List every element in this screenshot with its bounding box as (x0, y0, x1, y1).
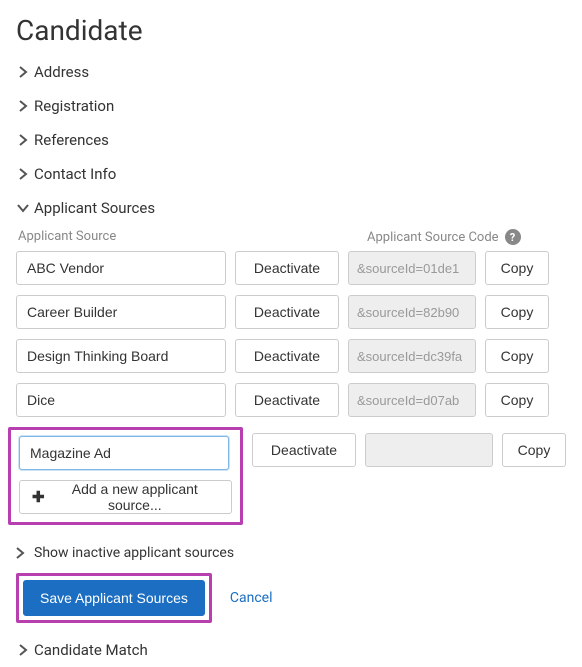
applicant-source-row: ✚ Add a new applicant source... Deactivate… (16, 427, 566, 525)
accordion-candidate-match[interactable]: Candidate Match (16, 633, 566, 667)
chevron-right-icon (16, 644, 30, 656)
deactivate-button[interactable]: Deactivate (235, 295, 339, 329)
chevron-right-icon (16, 66, 30, 78)
applicant-source-code (348, 295, 476, 329)
deactivate-button[interactable]: Deactivate (235, 339, 339, 373)
chevron-down-icon (16, 204, 30, 213)
applicant-source-code (348, 339, 476, 373)
plus-icon: ✚ (32, 488, 45, 506)
show-inactive-toggle[interactable]: Show inactive applicant sources (16, 535, 566, 569)
deactivate-button[interactable]: Deactivate (252, 433, 356, 467)
applicant-source-code (348, 383, 476, 417)
accordion-registration[interactable]: Registration (16, 89, 566, 123)
accordion-label: Contact Info (34, 165, 116, 183)
chevron-right-icon (16, 547, 30, 559)
applicant-source-row: Deactivate Copy (16, 295, 566, 329)
accordion-contact-info[interactable]: Contact Info (16, 157, 566, 191)
accordion-references[interactable]: References (16, 123, 566, 157)
applicant-source-row: Deactivate Copy (16, 339, 566, 373)
applicant-source-input[interactable] (16, 383, 226, 417)
applicant-source-code (348, 251, 476, 285)
applicant-source-row: Deactivate Copy (16, 383, 566, 417)
accordion-label: Address (34, 63, 89, 81)
deactivate-button[interactable]: Deactivate (235, 251, 339, 285)
copy-button[interactable]: Copy (485, 251, 549, 285)
accordion-label: References (34, 131, 109, 149)
applicant-source-input[interactable] (16, 295, 226, 329)
chevron-right-icon (16, 134, 30, 146)
applicant-sources-header: Applicant Source Applicant Source Code ? (16, 229, 566, 245)
show-inactive-label: Show inactive applicant sources (34, 545, 234, 561)
column-header-source: Applicant Source (16, 229, 254, 245)
chevron-right-icon (16, 168, 30, 180)
highlight-save: Save Applicant Sources (16, 573, 212, 623)
applicant-source-code (365, 433, 493, 467)
save-applicant-sources-button[interactable]: Save Applicant Sources (23, 580, 205, 616)
accordion-label: Candidate Match (34, 641, 148, 659)
page-title: Candidate (16, 14, 566, 47)
applicant-source-row: Deactivate Copy (16, 251, 566, 285)
accordion-address[interactable]: Address (16, 55, 566, 89)
copy-button[interactable]: Copy (485, 339, 549, 373)
applicant-source-input[interactable] (16, 251, 226, 285)
cancel-link[interactable]: Cancel (230, 590, 273, 606)
accordion-label: Registration (34, 97, 114, 115)
add-applicant-source-button[interactable]: ✚ Add a new applicant source... (19, 480, 232, 514)
help-icon[interactable]: ? (505, 229, 521, 245)
accordion-applicant-sources[interactable]: Applicant Sources (16, 191, 566, 225)
copy-button[interactable]: Copy (502, 433, 566, 467)
accordion-label: Applicant Sources (34, 199, 155, 217)
copy-button[interactable]: Copy (485, 383, 549, 417)
applicant-source-input[interactable] (16, 339, 226, 373)
chevron-right-icon (16, 100, 30, 112)
copy-button[interactable]: Copy (485, 295, 549, 329)
column-header-code: Applicant Source Code (367, 230, 499, 245)
deactivate-button[interactable]: Deactivate (235, 383, 339, 417)
applicant-source-input[interactable] (19, 436, 229, 470)
add-applicant-source-label: Add a new applicant source... (51, 481, 219, 513)
highlight-new-source: ✚ Add a new applicant source... (8, 427, 243, 525)
